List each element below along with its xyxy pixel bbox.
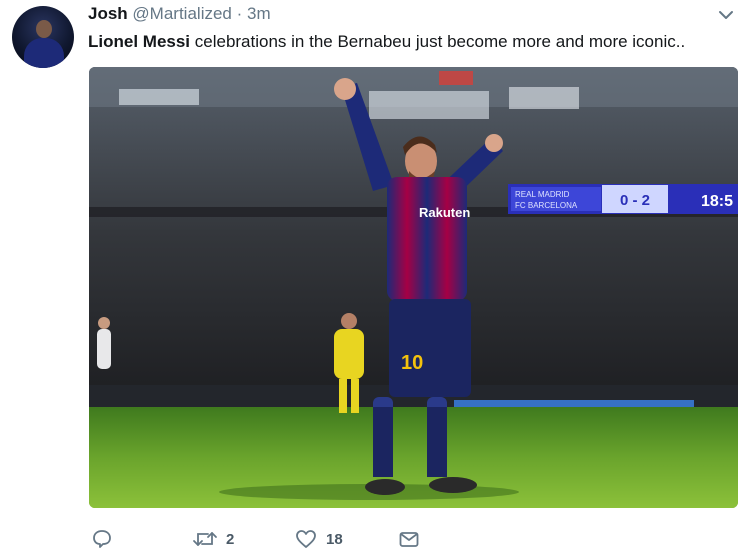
retweet-icon: [193, 532, 217, 546]
tweet-actions: 2 18: [89, 526, 489, 552]
heart-icon: [296, 530, 316, 548]
avatar-body: [24, 38, 64, 68]
scoreboard-team-home: REAL MADRID: [515, 190, 570, 199]
shirt-sponsor: Rakuten: [419, 205, 470, 220]
tweet-timestamp[interactable]: 3m: [247, 4, 271, 23]
avatar[interactable]: [12, 6, 74, 68]
tweet-text-bold: Lionel Messi: [88, 32, 191, 51]
tweet-menu-button[interactable]: [716, 6, 736, 24]
like-button[interactable]: 18: [294, 526, 343, 552]
envelope-icon: [399, 532, 419, 547]
retweet-count: 2: [226, 530, 235, 548]
tweet-text-rest: celebrations in the Bernabeu just become…: [190, 32, 686, 51]
tweet-photo[interactable]: REAL MADRID FC BARCELONA 0 - 2 18:5 Raku…: [89, 67, 738, 508]
like-count: 18: [326, 530, 343, 548]
tweet-text: Lionel Messi celebrations in the Bernabe…: [88, 32, 685, 52]
shirt-number: 10: [401, 352, 423, 374]
tweet-header: Josh @Martialized · 3m: [88, 4, 271, 24]
scoreboard-team-away: FC BARCELONA: [515, 201, 578, 210]
scoreboard-time: 18:5: [701, 193, 733, 210]
flag: [439, 71, 473, 85]
author-handle[interactable]: @Martialized: [132, 4, 231, 23]
scoreboard-score: 0 - 2: [620, 192, 650, 209]
avatar-head: [36, 20, 52, 38]
chevron-down-icon: [719, 11, 733, 19]
reply-icon: [93, 530, 111, 548]
author-name[interactable]: Josh: [88, 4, 128, 23]
reply-button[interactable]: [91, 526, 113, 552]
header-separator: ·: [236, 4, 243, 23]
direct-message-button[interactable]: [398, 526, 420, 552]
retweet-button[interactable]: 2: [192, 526, 234, 552]
scoreboard: REAL MADRID FC BARCELONA 0 - 2 18:5: [508, 184, 738, 214]
